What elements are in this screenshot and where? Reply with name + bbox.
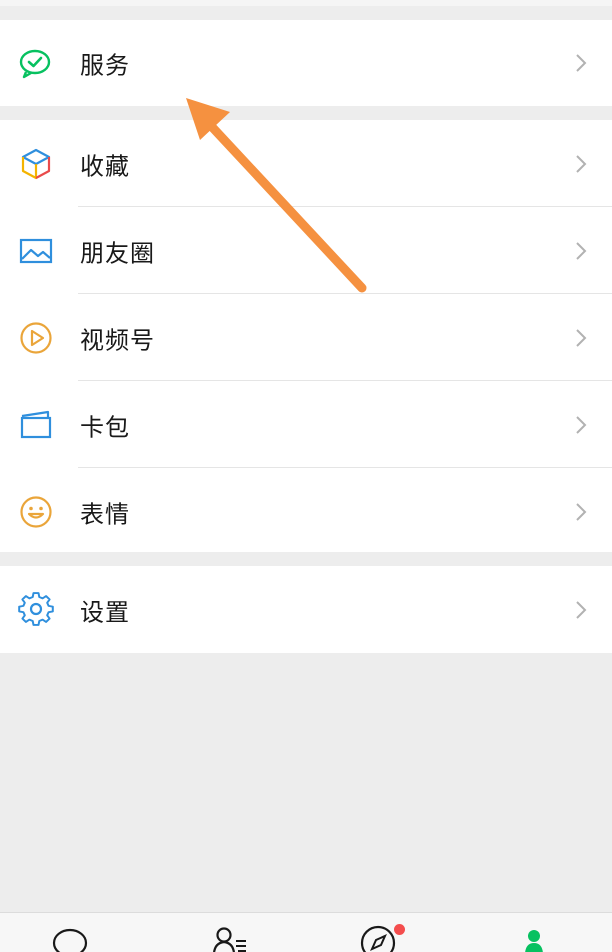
top-spacer — [0, 0, 612, 20]
chevron-right-icon — [576, 54, 587, 72]
menu-item-moments[interactable]: 朋友圈 — [0, 207, 612, 294]
menu-item-label: 卡包 — [80, 413, 130, 441]
chevron-right-icon — [576, 502, 587, 521]
card-wallet-icon — [20, 410, 52, 438]
tab-contacts[interactable] — [208, 925, 252, 952]
favorites-cube-icon — [21, 148, 51, 179]
chevron-right-icon — [576, 241, 587, 260]
chevron-right-icon — [576, 328, 587, 347]
settings-gear-icon — [18, 591, 54, 626]
menu-item-label: 朋友圈 — [80, 239, 155, 267]
menu-item-stickers[interactable]: 表情 — [0, 468, 612, 555]
sticker-smiley-icon — [20, 495, 52, 528]
chevron-right-icon — [576, 154, 587, 173]
chats-bubble-icon — [52, 928, 88, 952]
menu-item-card-wallet[interactable]: 卡包 — [0, 381, 612, 468]
services-icon — [19, 49, 51, 79]
menu-item-favorites[interactable]: 收藏 — [0, 120, 612, 207]
menu-item-channels[interactable]: 视频号 — [0, 294, 612, 381]
tab-me[interactable] — [518, 925, 562, 952]
contacts-icon — [213, 927, 246, 952]
me-person-icon — [525, 930, 543, 952]
menu-item-label: 设置 — [80, 598, 130, 626]
settings-group: 设置 — [0, 566, 612, 653]
wechat-me-page: 服务 收藏 朋友圈 视频号 卡包 表情 设置 — [0, 0, 612, 952]
channels-play-icon — [20, 321, 52, 354]
menu-item-settings[interactable]: 设置 — [0, 566, 612, 653]
menu-item-label: 表情 — [80, 500, 130, 528]
menu-item-label: 收藏 — [80, 152, 130, 180]
tab-discover[interactable] — [358, 924, 405, 952]
menu-item-services[interactable]: 服务 — [0, 20, 612, 106]
chevron-right-icon — [576, 600, 587, 619]
menu-item-label: 视频号 — [80, 326, 155, 354]
services-group: 服务 — [0, 20, 612, 106]
main-menu-group: 收藏 朋友圈 视频号 卡包 表情 — [0, 120, 612, 552]
bottom-tab-bar — [0, 912, 612, 952]
tab-chats[interactable] — [48, 925, 92, 952]
chevron-right-icon — [576, 415, 587, 434]
new-badge-dot — [394, 924, 405, 935]
menu-item-label: 服务 — [80, 51, 130, 80]
moments-picture-icon — [19, 238, 53, 263]
